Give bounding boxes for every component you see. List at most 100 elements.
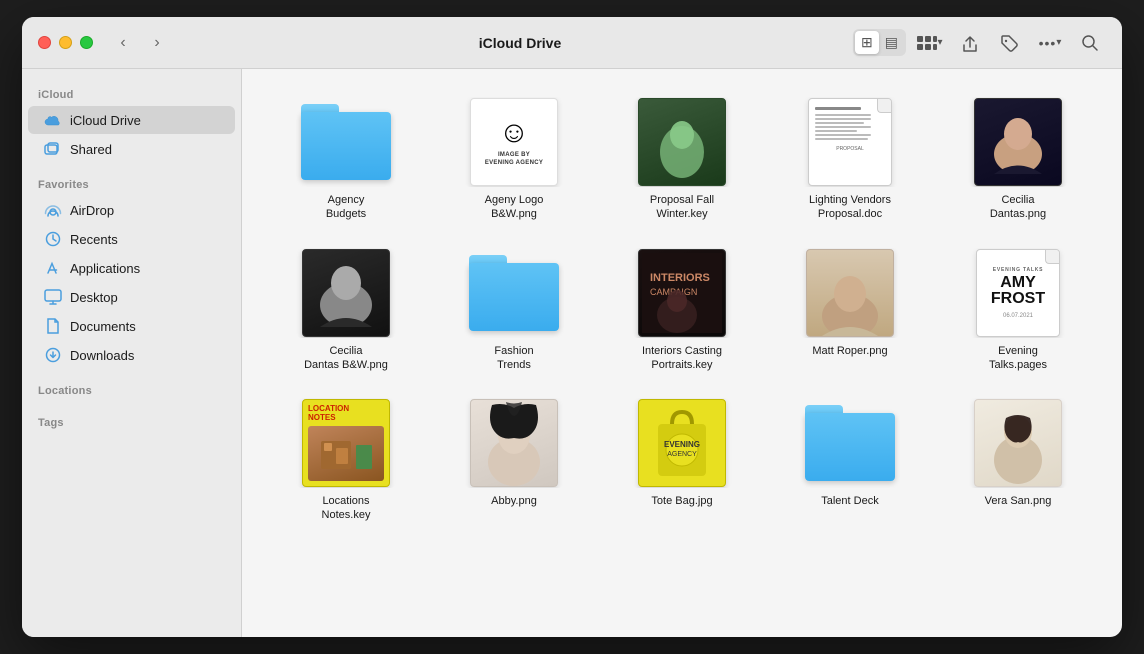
applications-icon — [44, 259, 62, 277]
agency-logo-name: Ageny LogoB&W.png — [485, 193, 544, 222]
cecilia-dantas-name: CeciliaDantas.png — [990, 193, 1046, 222]
svg-text:EVENING: EVENING — [664, 440, 700, 449]
matt-roper-name: Matt Roper.png — [812, 344, 887, 358]
file-item-agency-budgets[interactable]: AgencyBudgets — [266, 89, 426, 230]
folder-icon — [469, 255, 559, 331]
file-grid: AgencyBudgets ☺ IMAGE BYEVENING AGENCY A… — [266, 89, 1098, 531]
documents-label: Documents — [70, 319, 136, 334]
vera-san-thumb — [968, 398, 1068, 488]
recents-label: Recents — [70, 232, 118, 247]
cecilia-bw-name: CeciliaDantas B&W.png — [304, 344, 388, 373]
toolbar-right: ⊞ ▤ ▾ — [853, 29, 1106, 57]
share-button[interactable] — [954, 29, 986, 57]
sidebar-item-applications[interactable]: Applications — [28, 254, 235, 282]
fashion-trends-name: FashionTrends — [494, 344, 533, 373]
lighting-vendors-name: Lighting VendorsProposal.doc — [809, 193, 891, 222]
fashion-trends-thumb — [464, 248, 564, 338]
lighting-vendors-thumb: PROPOSAL — [800, 97, 900, 187]
interiors-thumb: INTERIORS CAMPAIGN — [632, 248, 732, 338]
documents-icon — [44, 317, 62, 335]
forward-button[interactable]: › — [143, 29, 171, 57]
finder-window: ‹ › iCloud Drive ⊞ ▤ ▾ — [22, 17, 1122, 637]
minimize-button[interactable] — [59, 36, 72, 49]
sidebar-section-favorites: Favorites — [22, 171, 241, 195]
talent-deck-thumb — [800, 398, 900, 488]
downloads-label: Downloads — [70, 348, 134, 363]
location-notes-name: LocationsNotes.key — [322, 494, 371, 523]
sidebar: iCloud iCloud Drive Shared Fav — [22, 69, 242, 637]
sidebar-section-locations: Locations — [22, 377, 241, 401]
tag-button[interactable] — [994, 29, 1026, 57]
sidebar-item-airdrop[interactable]: AirDrop — [28, 196, 235, 224]
file-item-tote-bag[interactable]: EVENING AGENCY Tote Bag.jpg — [602, 390, 762, 531]
file-item-matt-roper[interactable]: Matt Roper.png — [770, 240, 930, 381]
close-button[interactable] — [38, 36, 51, 49]
folder-icon — [805, 405, 895, 481]
agency-budgets-name: AgencyBudgets — [326, 193, 366, 222]
vera-san-name: Vera San.png — [985, 494, 1052, 508]
file-area: AgencyBudgets ☺ IMAGE BYEVENING AGENCY A… — [242, 69, 1122, 637]
sidebar-item-shared[interactable]: Shared — [28, 135, 235, 163]
file-item-location-notes[interactable]: LOCATIONNOTES LocationsNot — [266, 390, 426, 531]
proposal-fall-thumb — [632, 97, 732, 187]
evening-talks-name: EveningTalks.pages — [989, 344, 1047, 373]
abby-thumb — [464, 398, 564, 488]
file-item-agency-logo[interactable]: ☺ IMAGE BYEVENING AGENCY Ageny LogoB&W.p… — [434, 89, 594, 230]
recents-icon — [44, 230, 62, 248]
sidebar-item-downloads[interactable]: Downloads — [28, 341, 235, 369]
evening-talks-thumb: EVENING TALKS AMYFROST 06.07.2021 — [968, 248, 1068, 338]
desktop-icon — [44, 288, 62, 306]
sidebar-section-tags: Tags — [22, 409, 241, 433]
proposal-fall-name: Proposal FallWinter.key — [650, 193, 714, 222]
file-item-cecilia-dantas[interactable]: CeciliaDantas.png — [938, 89, 1098, 230]
sidebar-item-recents[interactable]: Recents — [28, 225, 235, 253]
titlebar: ‹ › iCloud Drive ⊞ ▤ ▾ — [22, 17, 1122, 69]
maximize-button[interactable] — [80, 36, 93, 49]
search-button[interactable] — [1074, 29, 1106, 57]
file-item-vera-san[interactable]: Vera San.png — [938, 390, 1098, 531]
talent-deck-name: Talent Deck — [821, 494, 878, 508]
applications-label: Applications — [70, 261, 140, 276]
sidebar-item-documents[interactable]: Documents — [28, 312, 235, 340]
icloud-drive-label: iCloud Drive — [70, 113, 141, 128]
more-button[interactable]: ••• ▾ — [1034, 29, 1066, 57]
cecilia-bw-thumb — [296, 248, 396, 338]
traffic-lights — [38, 36, 93, 49]
shared-icon — [44, 140, 62, 158]
file-item-cecilia-bw[interactable]: CeciliaDantas B&W.png — [266, 240, 426, 381]
sidebar-item-icloud-drive[interactable]: iCloud Drive — [28, 106, 235, 134]
file-item-interiors[interactable]: INTERIORS CAMPAIGN Interiors CastingPort… — [602, 240, 762, 381]
agency-logo-thumb: ☺ IMAGE BYEVENING AGENCY — [464, 97, 564, 187]
file-item-fashion-trends[interactable]: FashionTrends — [434, 240, 594, 381]
abby-name: Abby.png — [491, 494, 537, 508]
file-item-proposal-fall[interactable]: Proposal FallWinter.key — [602, 89, 762, 230]
svg-text:AGENCY: AGENCY — [667, 451, 697, 458]
file-item-evening-talks[interactable]: EVENING TALKS AMYFROST 06.07.2021 Evenin… — [938, 240, 1098, 381]
agency-budgets-thumb — [296, 97, 396, 187]
shared-label: Shared — [70, 142, 112, 157]
view-list-button[interactable]: ▤ — [879, 31, 904, 54]
nav-buttons: ‹ › — [109, 29, 171, 57]
tote-bag-thumb: EVENING AGENCY — [632, 398, 732, 488]
file-item-talent-deck[interactable]: Talent Deck — [770, 390, 930, 531]
interiors-name: Interiors CastingPortraits.key — [642, 344, 722, 373]
file-item-lighting-vendors[interactable]: PROPOSAL Lighting VendorsProposal.doc — [770, 89, 930, 230]
location-notes-thumb: LOCATIONNOTES — [296, 398, 396, 488]
window-title: iCloud Drive — [187, 35, 853, 51]
downloads-icon — [44, 346, 62, 364]
folder-icon — [301, 104, 391, 180]
svg-text:INTERIORS: INTERIORS — [650, 272, 710, 284]
airdrop-icon — [44, 201, 62, 219]
cecilia-dantas-thumb — [968, 97, 1068, 187]
airdrop-label: AirDrop — [70, 203, 114, 218]
sidebar-item-desktop[interactable]: Desktop — [28, 283, 235, 311]
view-grid-button[interactable]: ⊞ — [855, 31, 879, 54]
file-item-abby[interactable]: Abby.png — [434, 390, 594, 531]
view-toggle: ⊞ ▤ — [853, 29, 906, 56]
back-button[interactable]: ‹ — [109, 29, 137, 57]
tote-bag-name: Tote Bag.jpg — [651, 494, 712, 508]
matt-roper-thumb — [800, 248, 900, 338]
cloud-icon — [44, 111, 62, 129]
main-content: iCloud iCloud Drive Shared Fav — [22, 69, 1122, 637]
group-by-button[interactable]: ▾ — [914, 29, 946, 57]
